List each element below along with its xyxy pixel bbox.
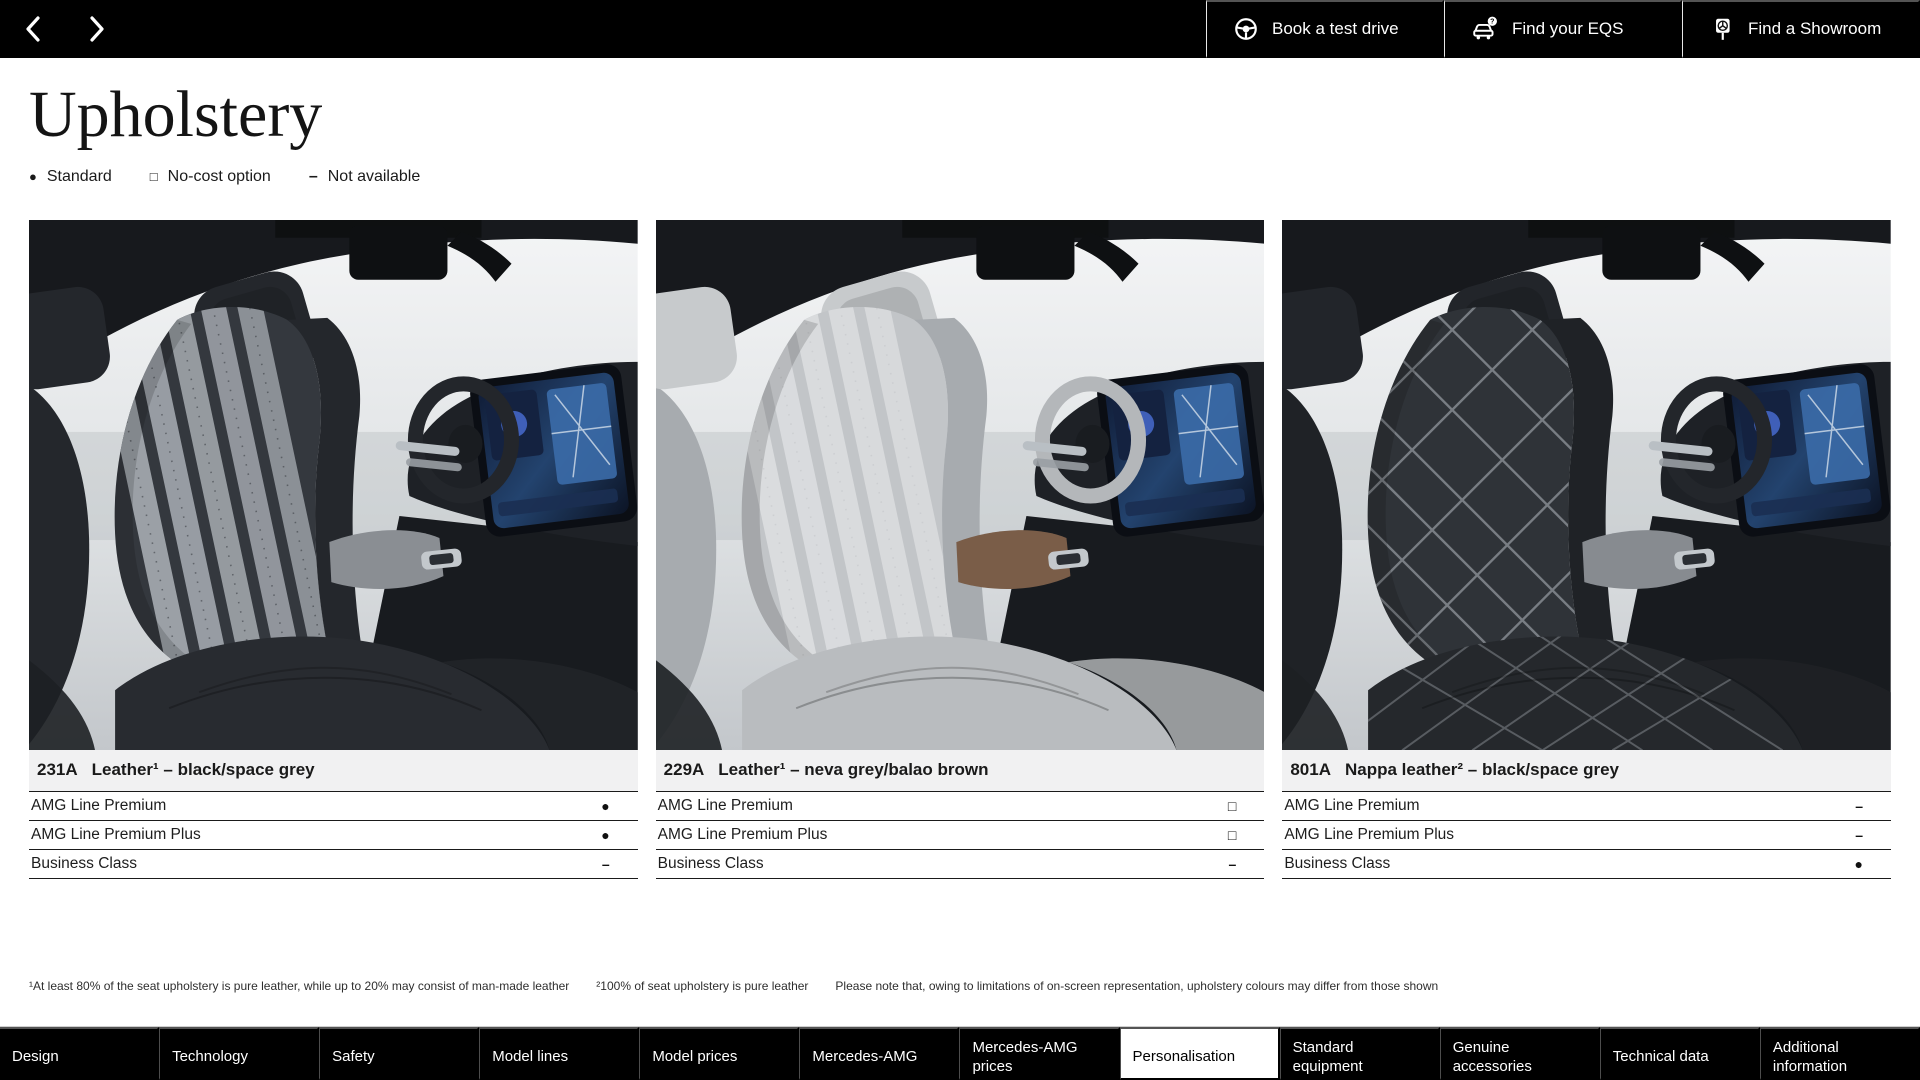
availability-table: AMG Line Premium – AMG Line Premium Plus… bbox=[1282, 790, 1891, 879]
top-bar: Book a test drive ? Find your EQS Find a… bbox=[0, 0, 1920, 58]
table-row: Business Class – bbox=[29, 850, 638, 879]
interior-photo-801a bbox=[1282, 219, 1891, 750]
upholstery-caption: 231A Leather¹ – black/space grey bbox=[29, 749, 638, 791]
tab-model-prices[interactable]: Model prices bbox=[639, 1027, 800, 1080]
tab-personalisation[interactable]: Personalisation bbox=[1119, 1027, 1280, 1080]
legend-not-available-label: Not available bbox=[327, 167, 421, 185]
availability-symbol: ● bbox=[1854, 855, 1863, 872]
availability-symbol: □ bbox=[1227, 826, 1237, 843]
svg-text:?: ? bbox=[1490, 19, 1494, 26]
steering-wheel-icon bbox=[1235, 18, 1257, 40]
availability-symbol: □ bbox=[1227, 797, 1237, 814]
availability-symbol: – bbox=[1855, 826, 1863, 843]
interior-photo-229a bbox=[655, 219, 1265, 750]
prev-page-button[interactable] bbox=[22, 14, 44, 44]
upholstery-code: 231A bbox=[37, 760, 78, 780]
tab-model-lines[interactable]: Model lines bbox=[479, 1027, 640, 1080]
table-row: AMG Line Premium ● bbox=[29, 792, 638, 821]
no-cost-option-symbol: □ bbox=[149, 169, 158, 185]
table-row: Business Class – bbox=[655, 850, 1265, 879]
trim-label: AMG Line Premium Plus bbox=[1284, 825, 1455, 843]
availability-legend: ● Standard □ No-cost option – Not availa… bbox=[29, 168, 1891, 186]
tab-technology[interactable]: Technology bbox=[159, 1027, 320, 1080]
page-title: Upholstery bbox=[29, 78, 323, 151]
upholstery-caption: 801A Nappa leather² – black/space grey bbox=[1282, 749, 1891, 791]
tab-safety[interactable]: Safety bbox=[319, 1027, 480, 1080]
trim-label: AMG Line Premium bbox=[657, 796, 793, 814]
availability-symbol: ● bbox=[601, 797, 610, 814]
availability-symbol: – bbox=[1855, 797, 1863, 814]
find-your-eqs-label: Find your EQS bbox=[1512, 19, 1624, 38]
legend-item-not-available: – Not available bbox=[309, 168, 420, 186]
standard-symbol: ● bbox=[29, 169, 37, 185]
trim-label: AMG Line Premium bbox=[31, 796, 167, 814]
car-question-icon: ? bbox=[1473, 16, 1497, 40]
tab-additional-information[interactable]: Additional information bbox=[1759, 1027, 1920, 1080]
upholstery-name: Nappa leather² – black/space grey bbox=[1344, 760, 1619, 780]
tab-technical-data[interactable]: Technical data bbox=[1599, 1027, 1760, 1080]
legend-item-no-cost-option: □ No-cost option bbox=[150, 168, 271, 186]
footnote-3: Please note that, owing to limitations o… bbox=[835, 978, 1439, 993]
book-test-drive-button[interactable]: Book a test drive bbox=[1206, 0, 1444, 58]
availability-symbol: – bbox=[601, 855, 610, 872]
trim-label: AMG Line Premium Plus bbox=[31, 825, 201, 843]
main-content: Upholstery ● Standard □ No-cost option –… bbox=[0, 78, 1920, 993]
trim-label: Business Class bbox=[31, 854, 137, 872]
upholstery-code: 801A bbox=[1290, 760, 1331, 780]
chevron-left-icon bbox=[26, 16, 40, 42]
trim-label: Business Class bbox=[657, 854, 764, 872]
tab-genuine-accessories[interactable]: Genuine accessories bbox=[1439, 1027, 1600, 1080]
availability-table: AMG Line Premium □ AMG Line Premium Plus… bbox=[655, 790, 1265, 879]
section-tab-bar: Design Technology Safety Model lines Mod… bbox=[0, 1026, 1920, 1080]
table-row: AMG Line Premium Plus ● bbox=[29, 821, 638, 850]
table-row: AMG Line Premium Plus – bbox=[1282, 821, 1891, 850]
table-row: Business Class ● bbox=[1282, 850, 1891, 879]
legend-no-cost-label: No-cost option bbox=[167, 167, 271, 185]
upholstery-cards: 231A Leather¹ – black/space grey AMG Lin… bbox=[29, 219, 1891, 879]
table-row: AMG Line Premium Plus □ bbox=[655, 821, 1265, 850]
upholstery-name: Leather¹ – neva grey/balao brown bbox=[718, 760, 989, 780]
upholstery-code: 229A bbox=[663, 760, 705, 780]
trim-label: Business Class bbox=[1284, 854, 1391, 872]
availability-table: AMG Line Premium ● AMG Line Premium Plus… bbox=[29, 790, 638, 879]
chevron-right-icon bbox=[90, 16, 104, 42]
footnote-2: ²100% of seat upholstery is pure leather bbox=[596, 978, 809, 993]
tab-design[interactable]: Design bbox=[0, 1027, 160, 1080]
tab-mercedes-amg[interactable]: Mercedes-AMG bbox=[799, 1027, 960, 1080]
legend-standard-label: Standard bbox=[46, 167, 112, 185]
find-showroom-button[interactable]: Find a Showroom bbox=[1682, 0, 1920, 58]
showroom-sign-icon bbox=[1716, 18, 1730, 40]
footnotes: ¹At least 80% of the seat upholstery is … bbox=[29, 979, 1891, 993]
table-row: AMG Line Premium – bbox=[1282, 792, 1891, 821]
table-row: AMG Line Premium □ bbox=[655, 792, 1265, 821]
availability-symbol: ● bbox=[601, 826, 610, 843]
next-page-button[interactable] bbox=[86, 14, 108, 44]
find-your-eqs-button[interactable]: ? Find your EQS bbox=[1444, 0, 1682, 58]
interior-photo-231a bbox=[29, 219, 638, 750]
upholstery-card-231a: 231A Leather¹ – black/space grey AMG Lin… bbox=[29, 219, 638, 879]
book-test-drive-label: Book a test drive bbox=[1272, 19, 1399, 38]
tab-mercedes-amg-prices[interactable]: Mercedes-AMG prices bbox=[959, 1027, 1120, 1080]
upholstery-card-801a: 801A Nappa leather² – black/space grey A… bbox=[1282, 219, 1891, 879]
not-available-symbol: – bbox=[308, 167, 318, 185]
availability-symbol: – bbox=[1228, 855, 1237, 872]
find-showroom-label: Find a Showroom bbox=[1748, 19, 1882, 38]
legend-item-standard: ● Standard bbox=[29, 168, 112, 186]
upholstery-name: Leather¹ – black/space grey bbox=[91, 760, 315, 780]
upholstery-card-229a: 229A Leather¹ – neva grey/balao brown AM… bbox=[655, 219, 1265, 879]
trim-label: AMG Line Premium bbox=[1284, 796, 1420, 814]
upholstery-caption: 229A Leather¹ – neva grey/balao brown bbox=[655, 749, 1265, 791]
footnote-1: ¹At least 80% of the seat upholstery is … bbox=[29, 978, 570, 993]
tab-standard-equipment[interactable]: Standard equipment bbox=[1279, 1027, 1440, 1080]
trim-label: AMG Line Premium Plus bbox=[657, 825, 828, 843]
